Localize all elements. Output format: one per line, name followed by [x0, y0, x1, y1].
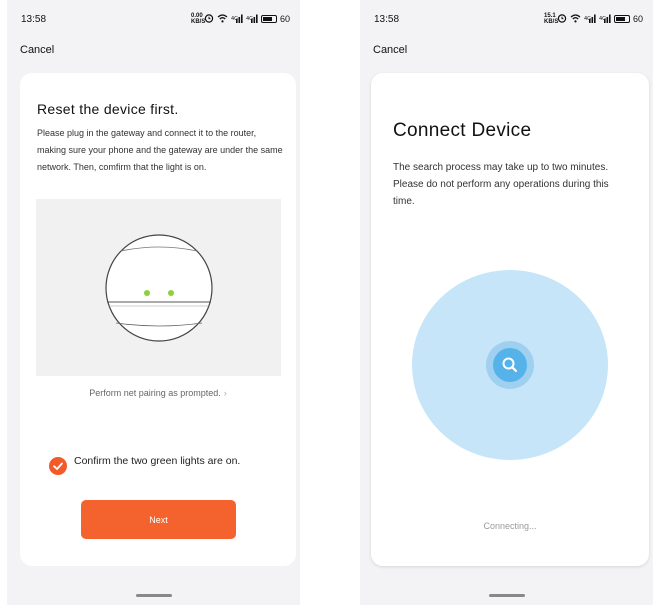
alarm-icon: [204, 13, 214, 25]
connect-card: Connect Device The search process may ta…: [371, 73, 649, 566]
net-pairing-label[interactable]: Perform net pairing as prompted.: [89, 388, 221, 398]
gateway-illustration: [36, 199, 281, 376]
status-time: 13:58: [374, 13, 400, 25]
confirm-checkbox[interactable]: [49, 457, 67, 475]
alarm-icon: [557, 13, 567, 25]
signal-icon-2: 4G: [599, 14, 611, 25]
gateway-device-illustration: [105, 234, 213, 342]
connecting-status: Connecting...: [483, 521, 537, 531]
home-indicator[interactable]: [135, 594, 172, 597]
chevron-right-icon: ›: [223, 388, 227, 398]
network-speed-icon: 15.1 KB/S: [543, 13, 559, 25]
cancel-button[interactable]: Cancel: [373, 44, 407, 56]
signal-icon: 4G: [584, 14, 596, 25]
svg-text:4G: 4G: [246, 16, 253, 22]
battery-level: 60: [279, 14, 290, 24]
status-time: 13:58: [21, 13, 47, 25]
svg-text:4G: 4G: [599, 16, 606, 22]
svg-text:4G: 4G: [584, 16, 591, 22]
reset-card: Reset the device first. Please plug in t…: [20, 73, 296, 566]
search-button[interactable]: [486, 341, 534, 389]
network-speed-icon: 0.00 KB/S: [190, 13, 206, 25]
battery-icon: [260, 15, 277, 23]
status-icons: 0.00 KB/S 4G 4G 60: [191, 13, 290, 25]
status-icons: 15.1 KB/S 4G 4G 60: [544, 13, 643, 25]
battery-icon: [613, 15, 630, 23]
wifi-icon: [217, 13, 228, 25]
battery-level: 60: [632, 14, 643, 24]
page-title: Connect Device: [393, 120, 532, 141]
next-button[interactable]: Next: [81, 500, 236, 539]
page-title: Reset the device first.: [37, 101, 179, 117]
green-light-2: [168, 290, 174, 296]
confirm-lights-label[interactable]: Confirm the two green lights are on.: [74, 453, 274, 469]
signal-icon-2: 4G: [246, 14, 258, 25]
reset-device-screen: 13:58 0.00 KB/S 4G 4G 60 Cancel Reset the…: [7, 0, 300, 605]
svg-text:4G: 4G: [231, 16, 238, 22]
signal-icon: 4G: [231, 14, 243, 25]
search-instructions: The search process may take up to two mi…: [393, 162, 609, 207]
search-button-core[interactable]: [493, 348, 527, 382]
status-bar: 13:58 0.00 KB/S 4G 4G 60: [21, 12, 290, 26]
home-indicator[interactable]: [488, 594, 525, 597]
reset-instructions: Please plug in the gateway and connect i…: [37, 128, 283, 172]
search-icon: [502, 357, 518, 373]
green-light-1: [144, 290, 150, 296]
status-bar: 13:58 15.1 KB/S 4G 4G 60: [374, 12, 643, 26]
net-pairing-link[interactable]: Perform net pairing as prompted. ›: [20, 388, 296, 398]
cancel-button[interactable]: Cancel: [20, 44, 54, 56]
wifi-icon: [570, 13, 581, 25]
connect-device-screen: 13:58 15.1 KB/S 4G 4G 60 Cancel Connect D…: [360, 0, 653, 605]
checkmark-icon: [53, 462, 63, 470]
